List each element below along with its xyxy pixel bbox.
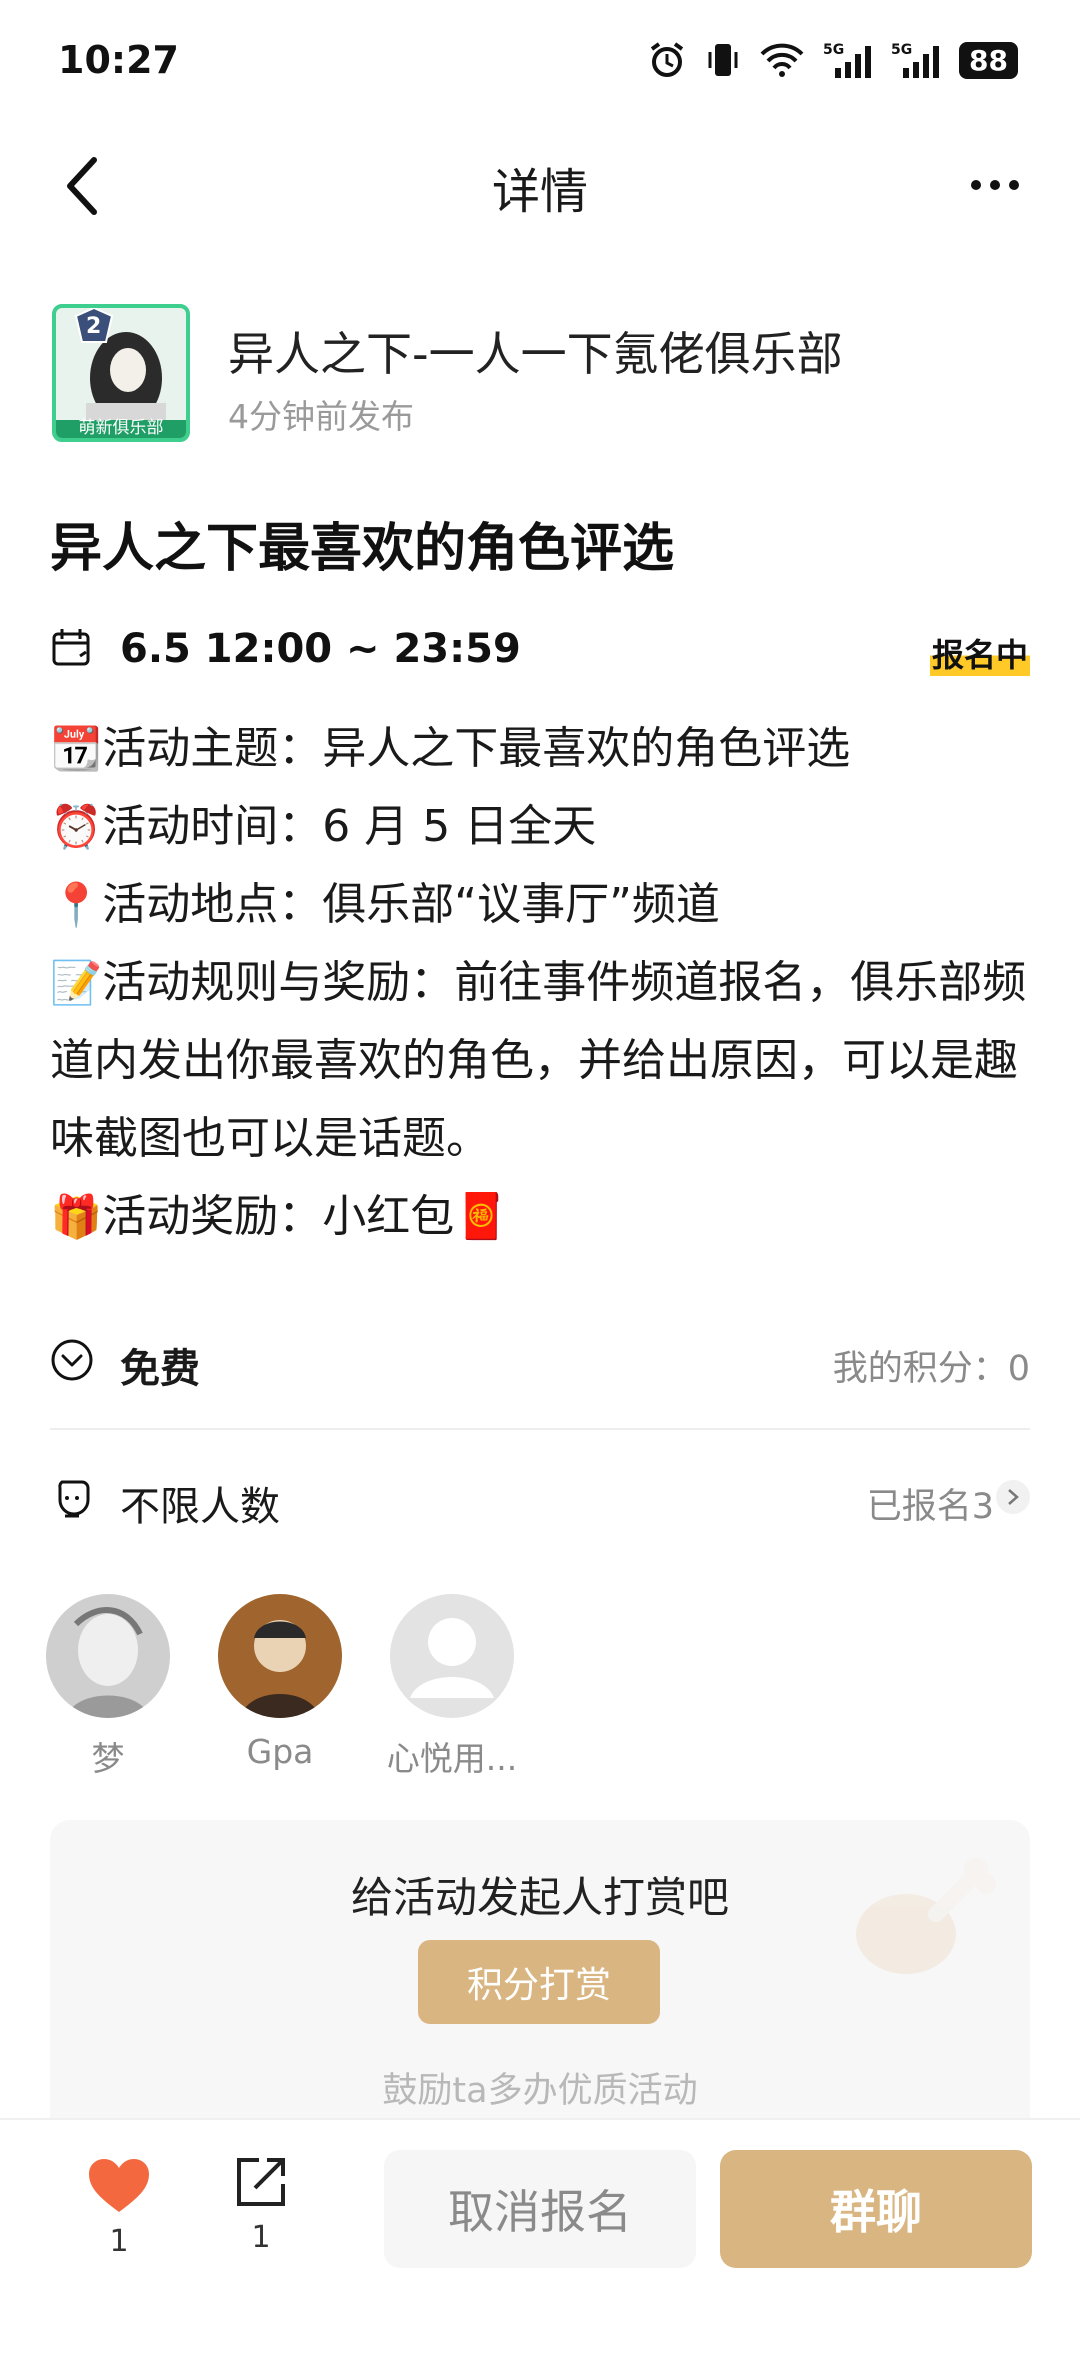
more-horizontal-icon — [971, 180, 1019, 190]
club-level: 2 — [86, 314, 102, 339]
avatar — [46, 1594, 170, 1718]
tip-card: 给活动发起人打赏吧 积分打赏 鼓励ta多办优质活动 — [50, 1820, 1030, 2140]
chevron-right-icon[interactable] — [996, 1480, 1030, 1514]
memo-emoji-icon: 📝 — [50, 958, 103, 1007]
desc-line: 📝活动规则与奖励：前往事件频道报名，俱乐部频道内发出你最喜欢的角色，并给出原因，… — [50, 957, 1027, 1164]
tip-title: 给活动发起人打赏吧 — [350, 1873, 729, 1922]
desc-line: 📆活动主题：异人之下最喜欢的角色评选 — [50, 723, 851, 774]
status-icons: 5G 5G 88 — [647, 40, 1018, 80]
divider — [50, 1428, 1030, 1430]
participant-name: Gpa — [246, 1732, 314, 1771]
like-count: 1 — [109, 2224, 129, 2259]
fee-label: 免费 — [120, 1346, 200, 1392]
calendar-emoji-icon: 📆 — [50, 724, 103, 773]
club-name[interactable]: 异人之下-一人一下氪佬俱乐部 — [228, 318, 843, 384]
person-icon — [50, 1476, 94, 1524]
desc-line: 📍活动地点：俱乐部“议事厅”频道 — [50, 879, 720, 930]
battery-indicator: 88 — [959, 41, 1018, 79]
my-points: 我的积分：0 — [832, 1349, 1030, 1389]
event-title: 异人之下最喜欢的角色评选 — [50, 519, 675, 579]
participant[interactable]: Gpa — [210, 1594, 350, 1771]
cancel-registration-button[interactable]: 取消报名 — [384, 2150, 696, 2268]
signal-5g-icon-2: 5G — [891, 42, 940, 78]
event-description: 📆活动主题：异人之下最喜欢的角色评选 ⏰活动时间：6 月 5 日全天 📍活动地点… — [50, 710, 1040, 1256]
like-button[interactable]: 1 — [84, 2156, 154, 2259]
svg-text:5G: 5G — [823, 42, 844, 58]
wifi-icon — [760, 43, 804, 77]
club-avatar[interactable]: 2 萌新俱乐部 — [52, 304, 190, 442]
avatar — [390, 1594, 514, 1718]
desc-line: ⏰活动时间：6 月 5 日全天 — [50, 801, 597, 852]
share-count: 1 — [251, 2220, 271, 2255]
participant-name: 梦 — [91, 1739, 125, 1778]
avatar — [218, 1594, 342, 1718]
registration-status-badge: 报名中 — [929, 630, 1030, 676]
alarm-icon — [650, 42, 684, 77]
capacity-label: 不限人数 — [120, 1484, 280, 1530]
vibrate-icon — [708, 44, 738, 76]
alarm-emoji-icon: ⏰ — [50, 802, 103, 851]
participant[interactable]: 心悦用... — [382, 1594, 522, 1780]
calendar-icon — [50, 626, 94, 674]
group-chat-button[interactable]: 群聊 — [720, 2150, 1032, 2268]
signal-5g-icon: 5G — [823, 42, 872, 78]
participant[interactable]: 梦 — [38, 1594, 178, 1780]
tip-subtitle: 鼓励ta多办优质活动 — [382, 2071, 698, 2111]
desc-line: 🎁活动奖励：小红包🧧 — [50, 1191, 510, 1242]
event-time: 6.5 12:00 ~ 23:59 — [120, 626, 521, 672]
gift-emoji-icon: 🎁 — [50, 1192, 103, 1241]
heart-icon — [89, 2159, 149, 2212]
bottom-action-bar: 1 1 取消报名 群聊 — [0, 2118, 1080, 2378]
signed-up-count[interactable]: 已报名3 — [867, 1478, 994, 1529]
club-badge-text: 萌新俱乐部 — [78, 418, 164, 438]
svg-text:5G: 5G — [891, 42, 912, 58]
share-icon — [237, 2158, 285, 2206]
posted-time: 4分钟前发布 — [228, 397, 414, 436]
share-button[interactable]: 1 — [226, 2152, 296, 2255]
pin-emoji-icon: 📍 — [50, 880, 103, 929]
chevron-circle-icon — [50, 1338, 94, 1386]
page-title: 详情 — [491, 164, 588, 220]
points-tip-button[interactable]: 积分打赏 — [418, 1940, 660, 2024]
more-options-button[interactable] — [960, 160, 1030, 210]
participant-name: 心悦用... — [386, 1739, 518, 1778]
status-time: 10:27 — [58, 38, 179, 82]
